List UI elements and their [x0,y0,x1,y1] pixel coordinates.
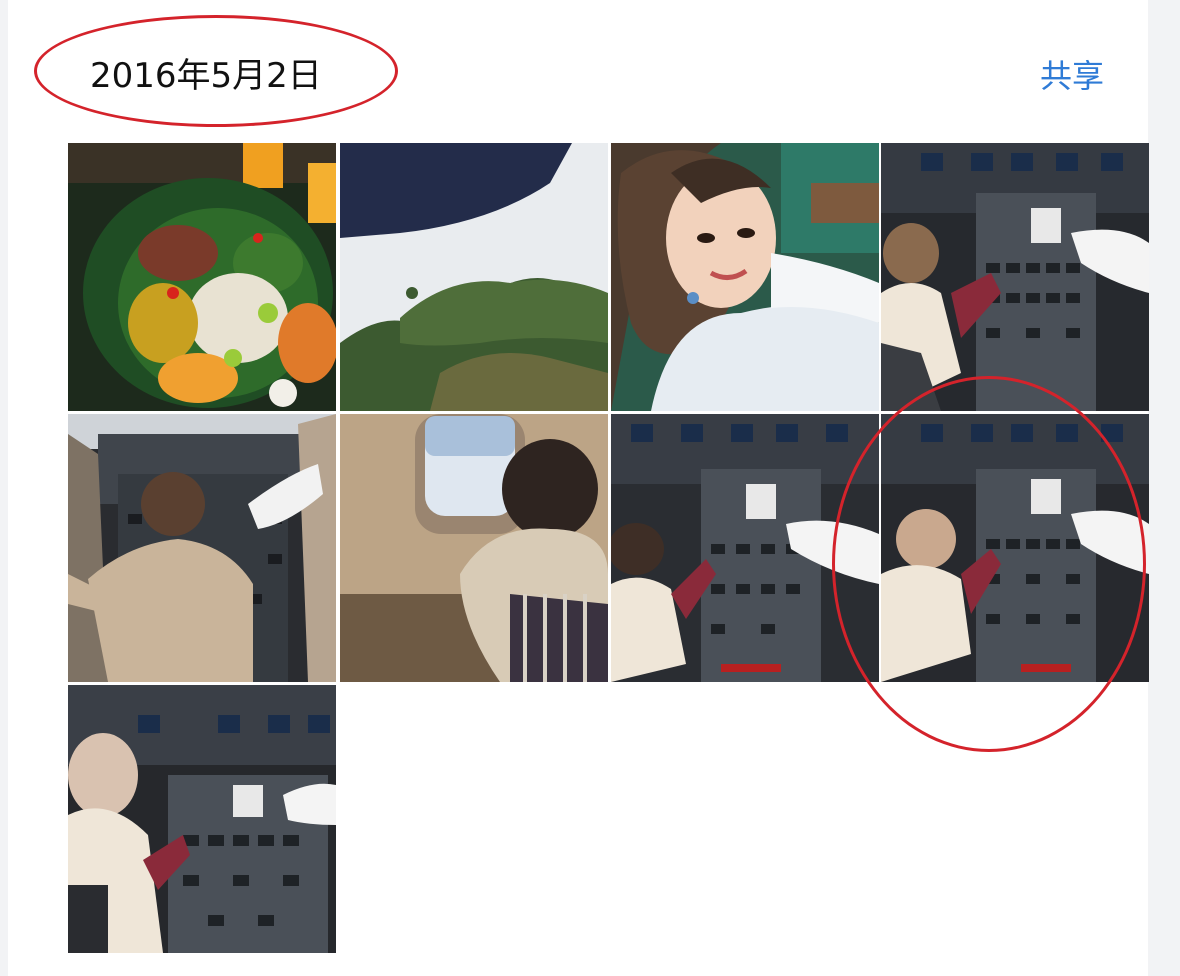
cockpit-child-closeup-image [68,685,336,953]
photo-thumbnail-cockpit-closeup[interactable] [68,685,336,953]
photo-thumbnail-cockpit-highlighted[interactable] [881,414,1149,682]
date-annotation-circle [34,15,398,127]
photo-thumbnail-food[interactable] [68,143,336,411]
photo-thumbnail-window[interactable] [340,414,608,682]
cockpit-child-highlighted-image [881,414,1149,682]
photo-grid [0,0,1180,976]
photo-thumbnail-sky[interactable] [340,143,608,411]
photo-thumbnail-selfie[interactable] [611,143,879,411]
photo-thumbnail-cockpit-1[interactable] [881,143,1149,411]
photo-thumbnail-cockpit-standing[interactable] [68,414,336,682]
cockpit-child-image-2 [611,414,879,682]
food-platter-image [68,143,336,411]
child-standing-cockpit-image [68,414,336,682]
woman-selfie-image [611,143,879,411]
photo-thumbnail-cockpit-2[interactable] [611,414,879,682]
child-at-window-image [340,414,608,682]
sky-trees-image [340,143,608,411]
cockpit-child-image [881,143,1149,411]
